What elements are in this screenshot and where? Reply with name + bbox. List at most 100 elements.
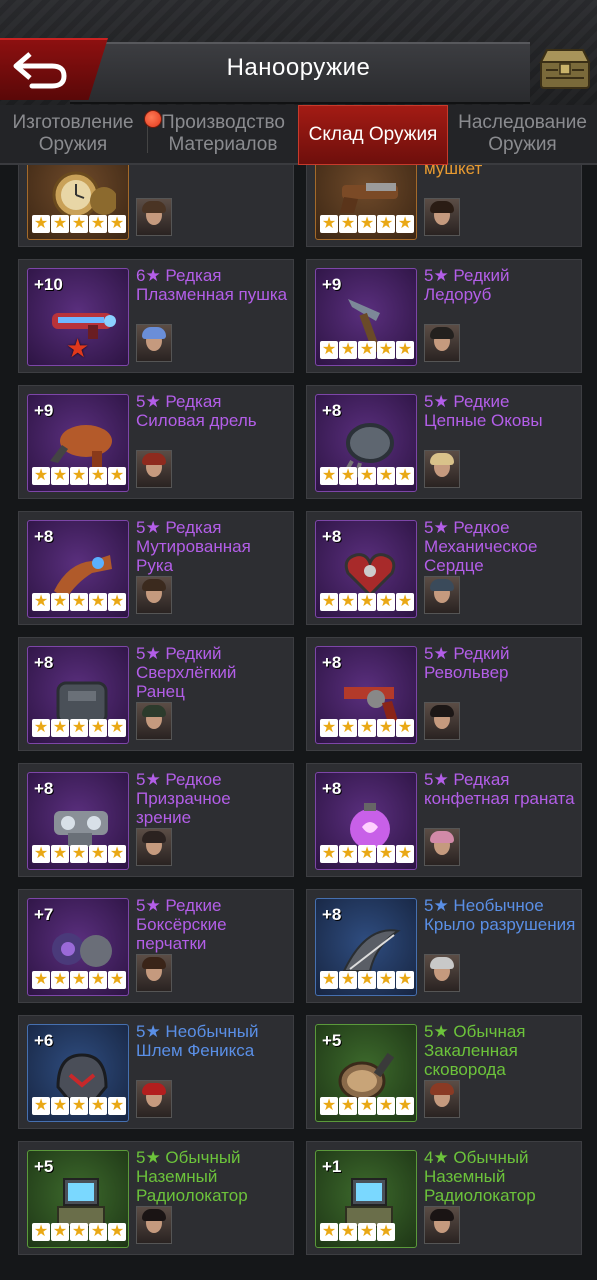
weapon-card[interactable]: +8 ★ ★ ★ ★ ★ 5★ Редкая конфетная граната [306,763,582,877]
avatar-hair [430,957,454,969]
weapon-thumbnail[interactable]: +5 ★ ★ ★ ★ ★ [315,1024,417,1122]
hero-avatar[interactable] [136,1206,172,1244]
weapon-thumbnail[interactable]: ★ ★ ★ ★ ★ [315,165,417,240]
weapon-card[interactable]: +8 ★ ★ ★ ★ ★ 5★ Необычное Крыло разрушения [306,889,582,1003]
hero-avatar[interactable] [136,828,172,866]
hero-avatar[interactable] [136,324,172,362]
tab-label: Производство Материалов [161,112,285,155]
hero-avatar[interactable] [136,702,172,740]
weapon-thumbnail[interactable]: ★ ★ ★ ★ ★ [27,165,129,240]
star-icon: ★ [51,845,69,863]
star-icon: ★ [51,215,69,233]
weapon-thumbnail[interactable]: +9 ★ ★ ★ ★ ★ [27,394,129,492]
weapon-card[interactable]: +9 ★ ★ ★ ★ ★ 5★ Редкая Силовая дрель [18,385,294,499]
weapon-chest-button[interactable] [538,46,592,92]
weapon-thumbnail[interactable]: +8 ★ ★ ★ ★ ★ [315,898,417,996]
avatar-hair [142,579,166,591]
star-icon: ★ [70,467,88,485]
star-icon: ★ [396,215,414,233]
weapon-thumbnail[interactable]: +6 ★ ★ ★ ★ ★ [27,1024,129,1122]
weapon-card[interactable]: +8 ★ ★ ★ ★ ★ 5★ Редкий Сверхлёгкий Ранец [18,637,294,751]
hero-avatar[interactable] [424,702,460,740]
weapon-card[interactable]: +9 ★ ★ ★ ★ ★ 5★ Редкий Ледоруб [306,259,582,373]
tab-material-production[interactable]: Производство Материалов [148,105,298,163]
weapon-thumbnail[interactable]: +8 ★ ★ ★ ★ ★ [27,772,129,870]
star-rating: ★ ★ ★ ★ ★ [320,593,414,613]
weapon-name: 5★ Редкое Призрачное зрение [136,770,231,827]
weapon-thumbnail[interactable]: +8 ★ ★ ★ ★ ★ [315,772,417,870]
hero-avatar[interactable] [424,324,460,362]
hero-avatar[interactable] [424,576,460,614]
hero-avatar[interactable] [136,954,172,992]
weapon-thumbnail[interactable]: +8 ★ ★ ★ ★ ★ [315,646,417,744]
star-rating: ★ ★ ★ ★ ★ [320,971,414,991]
star-icon: ★ [396,971,414,989]
hero-avatar[interactable] [424,1080,460,1118]
star-icon: ★ [377,845,395,863]
hero-avatar[interactable] [136,198,172,236]
weapon-list[interactable]: ★★★★★Карманные часы★★★★★Кремневый мушкет… [0,165,597,1280]
weapon-card[interactable]: ★★★★★Кремневый мушкет [306,165,582,247]
star-icon: ★ [70,1097,88,1115]
weapon-card[interactable]: ★★★★★Карманные часы [18,165,294,247]
hero-avatar[interactable] [424,954,460,992]
star-icon: ★ [70,971,88,989]
tab-weapon-crafting[interactable]: Изготовление Оружия [0,105,146,163]
weapon-name: 6★ Редкая Плазменная пушка [136,266,288,304]
weapon-name: 5★ Обычный Наземный Радиолокатор [136,1148,248,1205]
tab-weapon-inheritance[interactable]: Наследование Оружия [448,105,597,163]
avatar-hair [430,1083,454,1095]
star-icon: ★ [108,467,126,485]
hero-avatar[interactable] [424,828,460,866]
star-icon: ★ [108,215,126,233]
star-icon: ★ [320,971,338,989]
weapon-card[interactable]: +6 ★ ★ ★ ★ ★ 5★ Необычный Шлем Феникса [18,1015,294,1129]
weapon-card[interactable]: +8 ★ ★ ★ ★ ★ 5★ Редкое Призрачное зрение [18,763,294,877]
weapon-thumbnail[interactable]: +8 ★ ★ ★ ★ ★ [27,520,129,618]
weapon-thumbnail[interactable]: +8 ★ ★ ★ ★ ★ [315,520,417,618]
avatar-hair [430,705,454,717]
weapon-card[interactable]: +5 ★ ★ ★ ★ ★ 5★ Обычная Закаленная сковорода [306,1015,582,1129]
hero-avatar[interactable] [136,576,172,614]
star-icon: ★ [339,971,357,989]
star-rating: ★ ★ ★ ★ ★ [32,215,126,235]
weapon-card[interactable]: +7 ★ ★ ★ ★ ★ 5★ Редкие Боксёрские перчатки [18,889,294,1003]
weapon-card[interactable]: +8 ★ ★ ★ ★ ★ 5★ Редкие Цепные Оковы [306,385,582,499]
avatar-hair [142,327,166,339]
weapon-thumbnail[interactable]: +10 ★ [27,268,129,366]
weapon-card[interactable]: +1 ★ ★ ★ ★ 4★ Обычный Наземный Радиолокатор [306,1141,582,1255]
avatar-hair [430,831,454,843]
hero-avatar[interactable] [136,1080,172,1118]
star-icon: ★ [89,593,107,611]
hero-avatar[interactable] [424,1206,460,1244]
star-icon: ★ [51,719,69,737]
star-icon: ★ [70,1223,88,1241]
weapon-card[interactable]: +10 ★ 6★ Редкая Плазменная пушка [18,259,294,373]
weapon-name: 5★ Необычный Шлем Феникса [136,1022,259,1060]
weapon-thumbnail[interactable]: +8 ★ ★ ★ ★ ★ [315,394,417,492]
weapon-card[interactable]: +8 ★ ★ ★ ★ ★ 5★ Редкое Механическое Сердце [306,511,582,625]
weapon-name: 5★ Необычное Крыло разрушения [424,896,576,934]
star-icon: ★ [89,845,107,863]
weapon-thumbnail[interactable]: +1 ★ ★ ★ ★ [315,1150,417,1248]
weapon-card[interactable]: +5 ★ ★ ★ ★ ★ 5★ Обычный Наземный Радиолокатор [18,1141,294,1255]
star-icon: ★ [320,215,338,233]
weapon-chest-icon [539,49,591,89]
weapon-card[interactable]: +8 ★ ★ ★ ★ ★ 5★ Редкая Мутированная Рука [18,511,294,625]
star-icon: ★ [32,593,50,611]
star-icon: ★ [108,719,126,737]
weapon-thumbnail[interactable]: +7 ★ ★ ★ ★ ★ [27,898,129,996]
hero-avatar[interactable] [424,450,460,488]
hero-avatar[interactable] [424,198,460,236]
star-icon: ★ [108,1097,126,1115]
weapon-thumbnail[interactable]: +9 ★ ★ ★ ★ ★ [315,268,417,366]
star-icon: ★ [339,1097,357,1115]
weapon-thumbnail[interactable]: +8 ★ ★ ★ ★ ★ [27,646,129,744]
star-icon: ★ [51,1223,69,1241]
hero-avatar[interactable] [136,450,172,488]
weapon-thumbnail[interactable]: +5 ★ ★ ★ ★ ★ [27,1150,129,1248]
avatar-hair [142,201,166,213]
star-icon: ★ [320,845,338,863]
weapon-card[interactable]: +8 ★ ★ ★ ★ ★ 5★ Редкий Револьвер [306,637,582,751]
tab-weapon-storage[interactable]: Склад Оружия [298,105,448,165]
